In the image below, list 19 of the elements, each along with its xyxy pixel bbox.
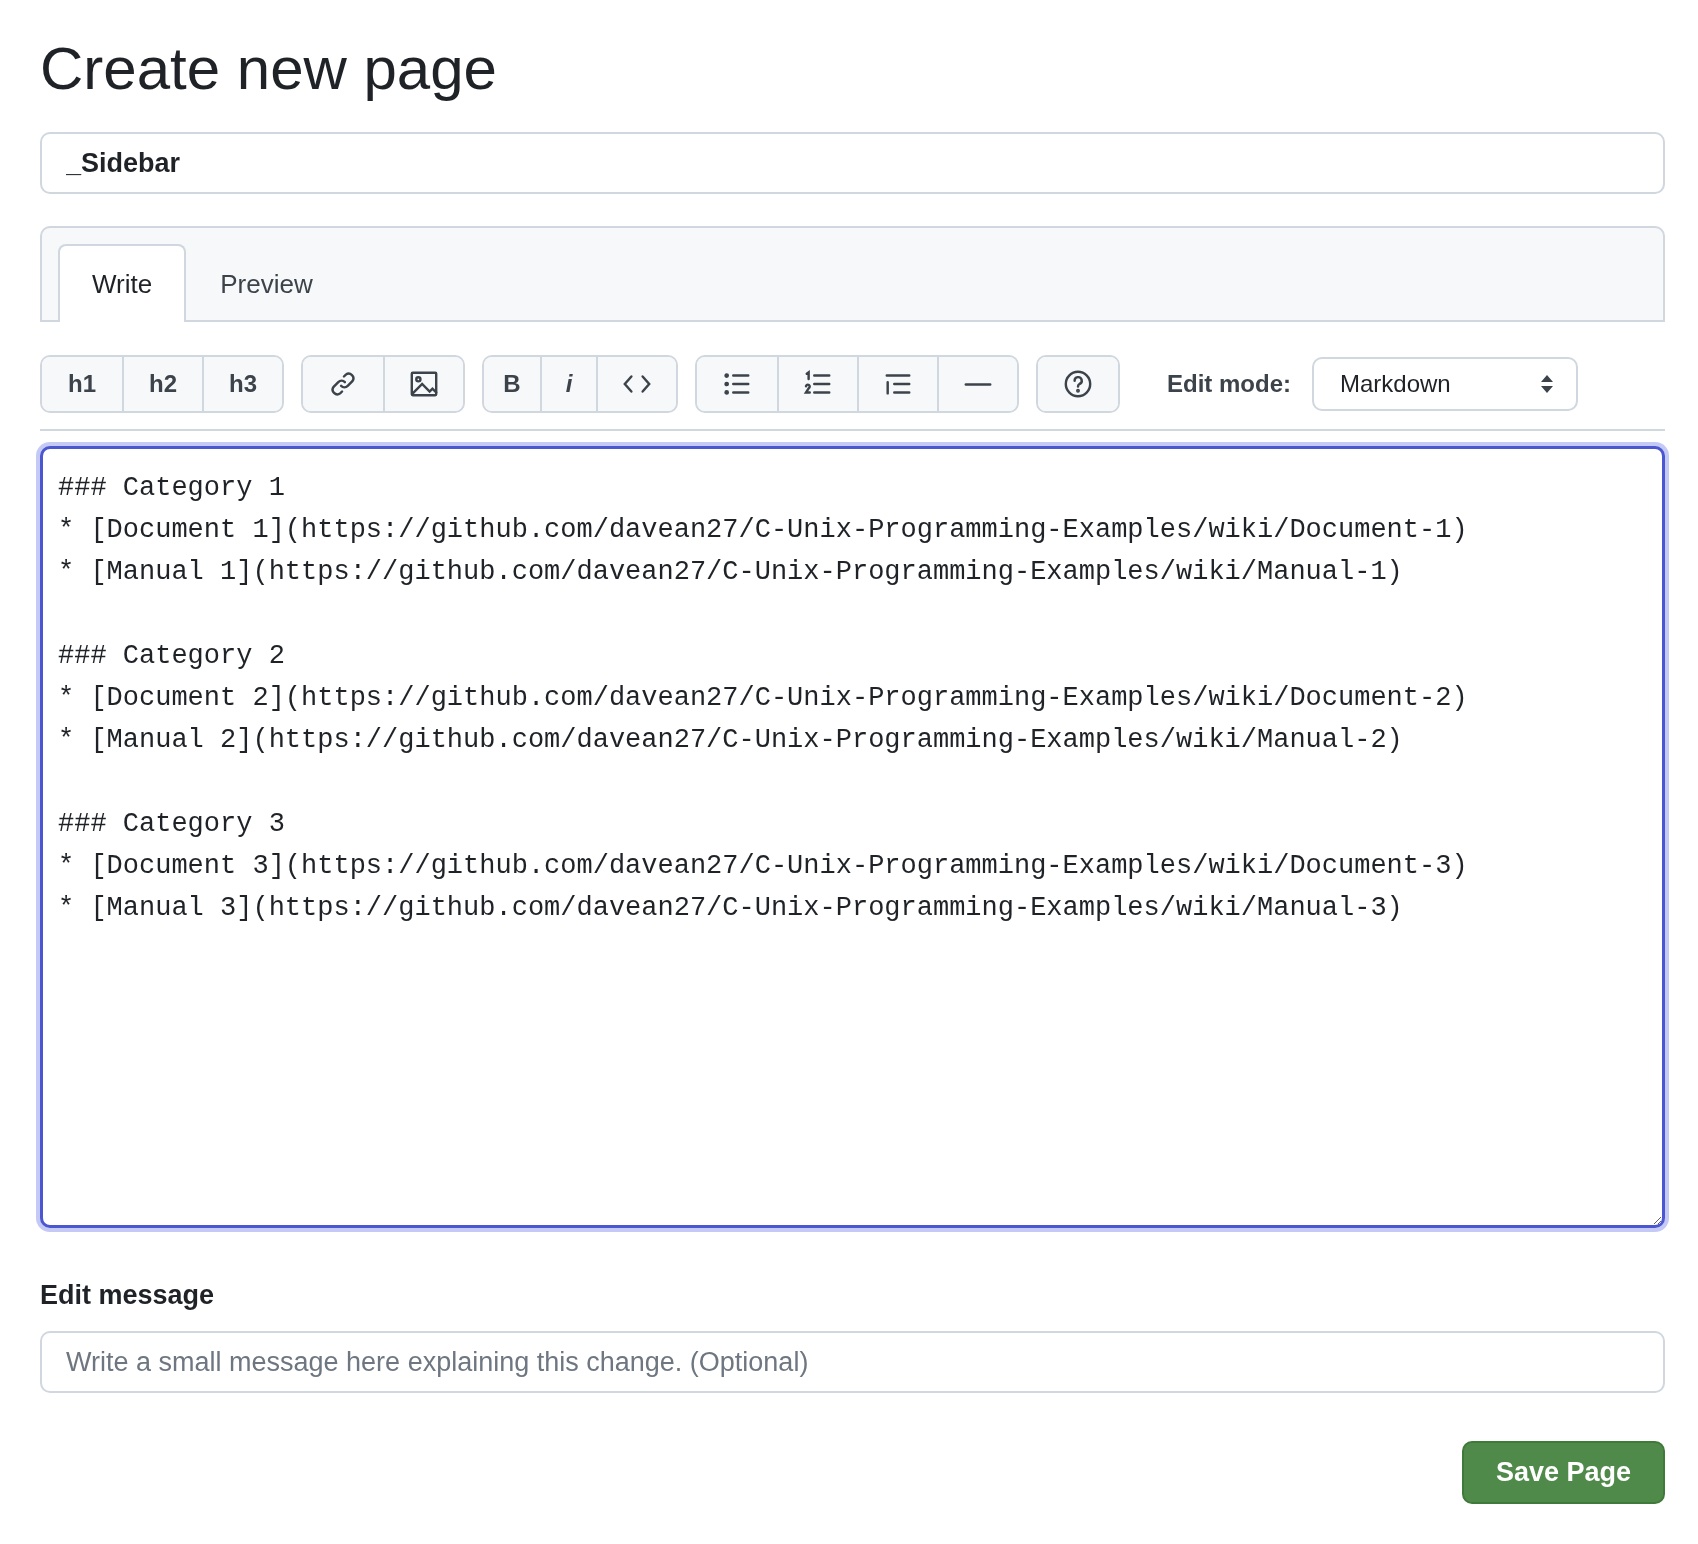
save-page-button[interactable]: Save Page — [1461, 1441, 1665, 1504]
page-heading: Create new page — [40, 36, 498, 102]
markdown-editor[interactable]: ### Category 1 * [Document 1](https://github.com/davean27/C-Unix-Programming-Examples/wiki/Document-1) * [Manual 1](https://github.com/davean27/C-Unix-Programming-Examples/wiki/Manual-1) ### Category 2 * [Document 2](https://github.com/davean27/C-Unix-Programming-Examples/wiki/Document-2) * [Manual 2](https://github.com/davean27/C-Unix-Programming-Examples/wiki/Manual-2) ### Category 3 * [Document 3](https://github.com/davean27/C-Unix-Programming-Examples/wiki/Document-3) * [Manual 3](https://github.com/davean27/C-Unix-Programming-Examples/wiki/Manual-3) — [40, 446, 1665, 1228]
image-button[interactable] — [383, 357, 463, 411]
tab[interactable]: Preview — [186, 244, 347, 322]
tab[interactable]: Write — [58, 244, 187, 322]
code-button[interactable] — [596, 357, 676, 411]
image-icon — [409, 369, 439, 399]
heading-button[interactable]: h3 — [202, 357, 282, 411]
help-icon — [1063, 369, 1093, 399]
link-icon — [328, 369, 358, 399]
select-arrows-icon — [1540, 374, 1554, 394]
edit-mode-label: Edit mode: — [1167, 370, 1291, 398]
page-title-field[interactable]: _Sidebar — [40, 132, 1665, 194]
edit-mode-select[interactable]: Markdown — [1312, 357, 1578, 411]
rule-icon — [963, 382, 993, 386]
help-button[interactable] — [1038, 357, 1118, 411]
edit-message-label: Edit message — [40, 1280, 216, 1311]
edit-message-field[interactable]: Write a small message here explaining this change. (Optional) — [40, 1331, 1665, 1393]
